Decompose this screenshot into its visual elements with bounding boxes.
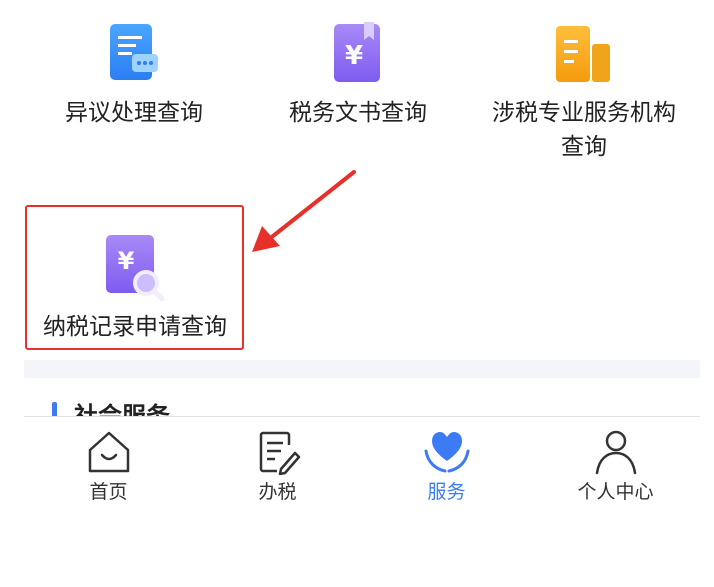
building-icon: [556, 26, 610, 82]
tab-label: 首页: [89, 481, 128, 503]
service-tax-agency-query[interactable]: 涉税专业服务机构 查询: [474, 0, 694, 180]
home-icon: [88, 431, 130, 473]
tab-services[interactable]: 服务: [362, 417, 531, 511]
tab-label: 个人中心: [577, 481, 654, 503]
tab-label: 服务: [427, 481, 466, 503]
section-bar: [52, 402, 57, 416]
service-label: 税务文书查询: [289, 100, 427, 126]
tab-label: 办税: [258, 481, 297, 503]
heart-hands-icon: [424, 432, 470, 473]
edit-document-icon: [259, 431, 301, 475]
svg-text:¥: ¥: [345, 41, 363, 71]
section-title: 社会服务: [74, 402, 170, 416]
section-header-peek: 社会服务: [24, 378, 700, 416]
bottom-tab-bar: 首页 办税 服务 个人中心: [24, 416, 700, 511]
service-label-line1: 涉税专业服务机构: [492, 100, 676, 126]
chat-document-icon: [110, 24, 158, 80]
tab-personal-center[interactable]: 个人中心: [531, 417, 700, 511]
tab-home[interactable]: 首页: [24, 417, 193, 511]
section-separator: [24, 360, 700, 378]
tab-tax[interactable]: 办税: [193, 417, 362, 511]
service-objection-query[interactable]: 异议处理查询: [24, 0, 244, 180]
service-label: 异议处理查询: [65, 100, 203, 126]
highlight-box: [25, 205, 244, 350]
service-label-line2: 查询: [561, 134, 607, 160]
annotation-arrow-icon: [252, 170, 356, 252]
person-icon: [595, 430, 637, 475]
service-tax-document-query[interactable]: ¥ 税务文书查询: [248, 0, 468, 180]
yuan-book-icon: ¥: [334, 22, 380, 82]
